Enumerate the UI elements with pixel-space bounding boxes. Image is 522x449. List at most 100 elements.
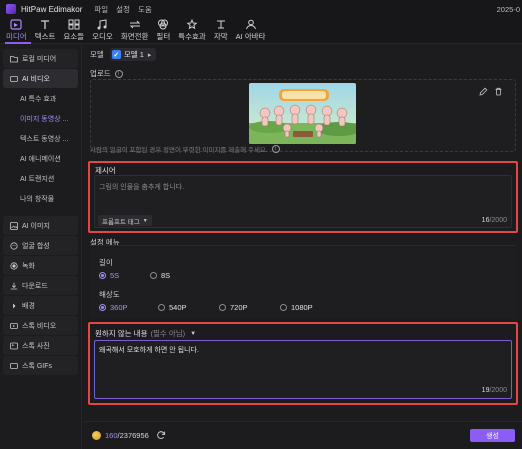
- footer-bar: 160/2376956 생성: [84, 421, 522, 449]
- sidebar-item-label: 스톡 사진: [22, 342, 50, 350]
- length-label: 길이: [99, 258, 113, 267]
- upload-dropzone[interactable]: [90, 79, 516, 152]
- settings-label: 설정 메뉴: [90, 238, 120, 247]
- sidebar-item-record[interactable]: 녹화: [3, 256, 78, 275]
- effects-icon: [186, 19, 198, 30]
- sidebar-subitem-text-to-video[interactable]: 텍스트 동영상 ...: [0, 129, 81, 149]
- sidebar-item-label: 배경: [22, 302, 35, 310]
- prompt-section: 제시어 그림의 인물을 춤추게 합니다. 프롬프트 태그 ▼ 16/2000: [88, 161, 518, 233]
- resolution-option-540p[interactable]: 540P: [158, 303, 187, 312]
- main-panel: 모델 ✓ 모델 1 ▸ 업로드 i 사람의 얼굴이 포함된 경우 정면이 뚜렷한…: [84, 44, 522, 449]
- sidebar-subitem-ai-effects[interactable]: AI 특수 효과: [0, 89, 81, 109]
- length-option-8s[interactable]: 8S: [150, 271, 170, 280]
- length-option-5s[interactable]: 5S: [99, 271, 119, 280]
- uploaded-image-thumbnail[interactable]: [249, 83, 356, 144]
- stock-video-icon: [10, 322, 18, 330]
- negative-prompt-textarea[interactable]: 왜곡해서 모호하게 하면 안 됩니다. 19/2000: [94, 340, 512, 399]
- menu-help[interactable]: 도움: [138, 4, 152, 15]
- sidebar-item-stock-video[interactable]: 스톡 비디오: [3, 316, 78, 335]
- menu-file[interactable]: 파일: [94, 4, 108, 15]
- sidebar-item-label: 스톡 비디오: [22, 322, 57, 330]
- sidebar-item-label: AI 비디오: [22, 75, 50, 83]
- ai-avatar-icon: [245, 19, 256, 30]
- tab-effects[interactable]: 특수효과: [178, 18, 206, 42]
- radio-icon: [219, 304, 226, 311]
- trash-icon[interactable]: [494, 87, 503, 98]
- model-badge-icon: ✓: [111, 50, 121, 59]
- generate-button[interactable]: 생성: [470, 429, 515, 442]
- radio-icon: [280, 304, 287, 311]
- info-icon[interactable]: i: [114, 69, 123, 78]
- main-toolbar: 미디어 텍스트 요소들 오디오 화면전환 필터 특수효과 자막 AI 아바타: [0, 18, 522, 44]
- tab-elements-label: 요소들: [63, 32, 85, 41]
- negative-prompt-label: 원하지 않는 내용: [95, 329, 148, 338]
- sidebar-subitem-my-creations[interactable]: 나의 창작물: [0, 189, 81, 209]
- audio-icon: [97, 19, 107, 30]
- divider: [90, 245, 516, 246]
- resolution-option-360p[interactable]: 360P: [99, 303, 128, 312]
- tab-transition[interactable]: 화면전환: [121, 18, 148, 42]
- sidebar-subitem-ai-transition[interactable]: AI 트랜지션: [0, 169, 81, 189]
- tab-text-label: 텍스트: [34, 32, 56, 41]
- ai-image-icon: [10, 221, 18, 230]
- sidebar-item-local-media[interactable]: 로컬 미디어: [3, 49, 78, 68]
- sidebar-item-background[interactable]: 배경: [3, 296, 78, 315]
- sidebar-item-download[interactable]: 다운로드: [3, 276, 78, 295]
- sidebar-item-ai-video[interactable]: AI 비디오: [3, 69, 78, 88]
- ai-video-icon: [10, 75, 18, 83]
- tab-filter[interactable]: 필터: [156, 18, 170, 42]
- tab-media-label: 미디어: [6, 32, 27, 41]
- negative-char-count: 19/2000: [482, 387, 507, 394]
- sidebar-subitem-image-to-video[interactable]: 이미지 동영상 ...: [0, 109, 81, 129]
- resolution-option-label: 720P: [230, 303, 248, 312]
- upload-note-text: 사람의 얼굴이 포함된 경우 정면이 뚜렷한 이미지를 제출해 주세요.: [90, 147, 268, 154]
- prompt-char-count: 16/2000: [482, 217, 507, 224]
- sidebar-item-label: 얼굴 합성: [22, 242, 50, 250]
- app-title: HitPaw Edimakor: [21, 4, 83, 14]
- prompt-placeholder: 그림의 인물을 춤추게 합니다.: [99, 184, 185, 191]
- tab-media[interactable]: 미디어: [6, 18, 27, 42]
- radio-icon: [150, 272, 157, 279]
- tab-ai-avatar-label: AI 아바타: [235, 32, 266, 41]
- credits-used: 160: [105, 431, 118, 440]
- resolution-option-1080p[interactable]: 1080P: [280, 303, 313, 312]
- face-swap-icon: [10, 241, 18, 250]
- media-icon: [10, 19, 22, 30]
- model-label: 모델: [90, 50, 104, 59]
- sidebar-item-label: 다운로드: [22, 282, 48, 290]
- sidebar-item-ai-image[interactable]: AI 이미지: [3, 216, 78, 235]
- tab-subtitle[interactable]: 자막: [214, 18, 228, 42]
- settings-panel: 길이 5S 8S 해상도 360P 540P 720P 1080P: [90, 248, 516, 318]
- prompt-tag-dropdown[interactable]: 프롬프트 태그 ▼: [98, 215, 152, 226]
- refresh-icon[interactable]: [156, 430, 166, 442]
- upload-label-text: 업로드: [90, 69, 111, 78]
- model-dropdown[interactable]: ✓ 모델 1 ▸: [109, 48, 157, 61]
- negative-prompt-header[interactable]: 원하지 않는 내용 (필수 아님) ▼: [95, 328, 196, 339]
- upload-note: 사람의 얼굴이 포함된 경우 정면이 뚜렷한 이미지를 제출해 주세요. i: [90, 144, 280, 154]
- sidebar-item-stock-photo[interactable]: 스톡 사진: [3, 336, 78, 355]
- sidebar-item-stock-gifs[interactable]: 스톡 GIFs: [3, 356, 78, 375]
- sidebar-item-label: 로컬 미디어: [22, 55, 57, 63]
- info-icon[interactable]: i: [271, 145, 280, 153]
- prompt-tag-label: 프롬프트 태그: [102, 218, 140, 226]
- tab-audio[interactable]: 오디오: [92, 18, 113, 42]
- tab-elements[interactable]: 요소들: [63, 18, 84, 42]
- edit-icon[interactable]: [479, 87, 488, 98]
- transition-icon: [129, 20, 140, 29]
- filter-icon: [158, 19, 169, 30]
- radio-icon: [158, 304, 165, 311]
- credit-balance: 160/2376956: [105, 431, 149, 440]
- menu-settings[interactable]: 설정: [116, 4, 130, 15]
- caret-down-icon: ▼: [190, 330, 197, 337]
- sidebar-item-face-swap[interactable]: 얼굴 합성: [3, 236, 78, 255]
- tab-text[interactable]: 텍스트: [34, 18, 56, 42]
- prompt-textarea[interactable]: 그림의 인물을 춤추게 합니다. 프롬프트 태그 ▼ 16/2000: [94, 175, 512, 228]
- chevron-right-icon: [10, 302, 18, 310]
- upload-label: 업로드 i: [90, 68, 123, 79]
- resolution-option-720p[interactable]: 720P: [219, 303, 248, 312]
- title-date: 2025-0: [496, 5, 520, 14]
- sidebar-subitem-ai-animation[interactable]: AI 애니메이션: [0, 149, 81, 169]
- tab-ai-avatar[interactable]: AI 아바타: [236, 18, 266, 42]
- coin-icon: [92, 431, 101, 440]
- radio-selected-icon: [99, 304, 106, 311]
